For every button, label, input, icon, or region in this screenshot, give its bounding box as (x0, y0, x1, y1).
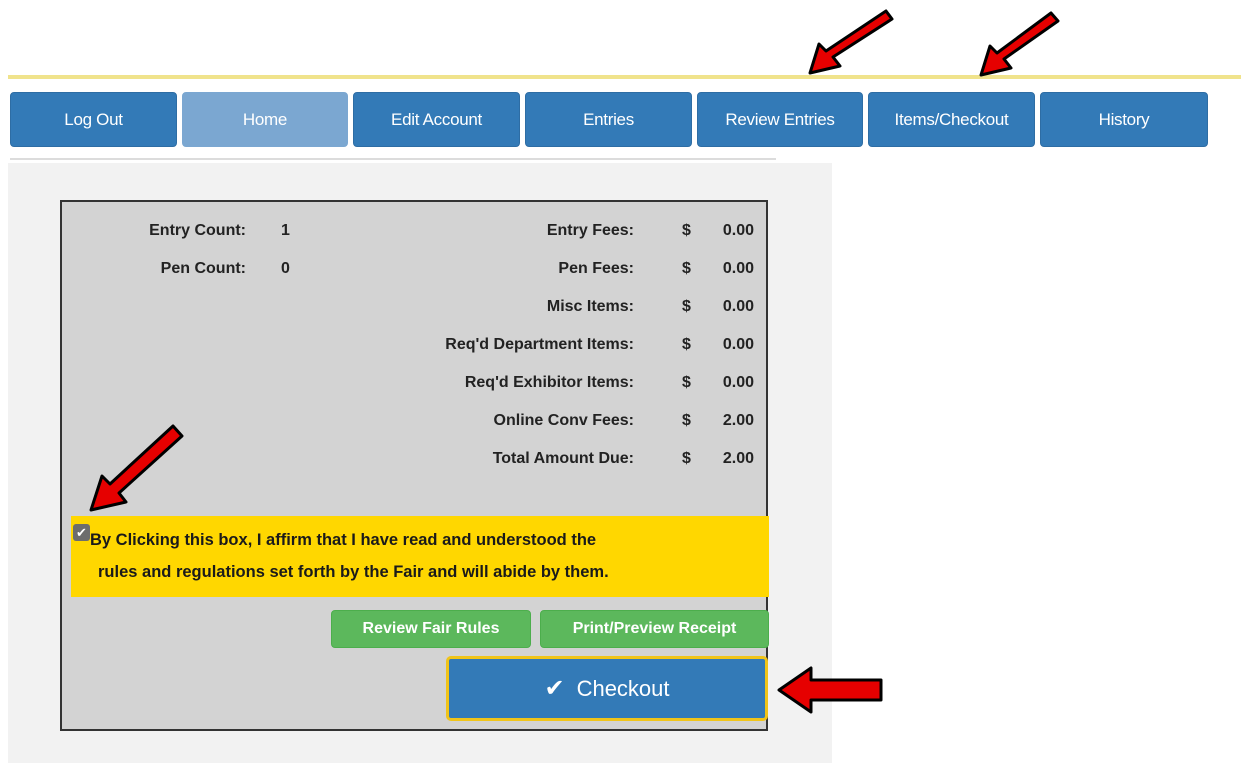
currency-symbol: $ (682, 450, 691, 467)
fee-amount: 0.00 (722, 336, 754, 353)
nav-home-button[interactable]: Home (182, 92, 348, 147)
affirmation-line-2: rules and regulations set forth by the F… (98, 563, 609, 581)
nav-items-checkout-button[interactable]: Items/Checkout (868, 92, 1035, 147)
pen-count-label: Pen Count: (160, 260, 246, 277)
nav-divider (10, 158, 776, 160)
red-arrow-icon (777, 666, 883, 714)
currency-symbol: $ (682, 222, 691, 239)
fee-label: Req'd Exhibitor Items: (464, 374, 634, 391)
currency-symbol: $ (682, 336, 691, 353)
nav-review-entries-button[interactable]: Review Entries (697, 92, 863, 147)
review-fair-rules-button[interactable]: Review Fair Rules (331, 610, 531, 648)
nav-entries-button[interactable]: Entries (525, 92, 692, 147)
print-preview-receipt-button[interactable]: Print/Preview Receipt (540, 610, 769, 648)
currency-symbol: $ (682, 412, 691, 429)
fee-amount: 0.00 (722, 260, 754, 277)
checkout-button[interactable]: ✔ Checkout (446, 656, 768, 721)
entry-count-value: 1 (281, 222, 290, 239)
fee-label: Entry Fees: (546, 222, 634, 239)
fee-amount: 0.00 (722, 222, 754, 239)
nav-log-out-button[interactable]: Log Out (10, 92, 177, 147)
fee-amount: 0.00 (722, 374, 754, 391)
fee-label: Online Conv Fees: (493, 412, 634, 429)
nav-edit-account-button[interactable]: Edit Account (353, 92, 520, 147)
red-arrow-icon (89, 424, 184, 512)
affirmation-text: By Clicking this box, I affirm that I ha… (90, 524, 770, 588)
red-arrow-icon (979, 11, 1060, 77)
currency-symbol: $ (682, 260, 691, 277)
red-arrow-icon (808, 9, 894, 75)
main-nav: Log Out Home Edit Account Entries Review… (10, 92, 1210, 147)
currency-symbol: $ (682, 298, 691, 315)
pen-count-value: 0 (281, 260, 290, 277)
checkout-label: Checkout (576, 675, 670, 701)
fee-label: Req'd Department Items: (445, 336, 634, 353)
fee-amount: 2.00 (722, 412, 754, 429)
total-due-label: Total Amount Due: (492, 450, 634, 467)
nav-history-button[interactable]: History (1040, 92, 1208, 147)
checkmark-icon: ✔ (544, 675, 565, 702)
fee-amount: 0.00 (722, 298, 754, 315)
affirmation-line-1: By Clicking this box, I affirm that I ha… (90, 531, 597, 549)
affirm-checkbox[interactable]: ✔ (73, 524, 90, 541)
currency-symbol: $ (682, 374, 691, 391)
total-due-amount: 2.00 (722, 450, 754, 467)
fee-label: Misc Items: (546, 298, 634, 315)
fee-label: Pen Fees: (558, 260, 634, 277)
entry-count-label: Entry Count: (149, 222, 246, 239)
